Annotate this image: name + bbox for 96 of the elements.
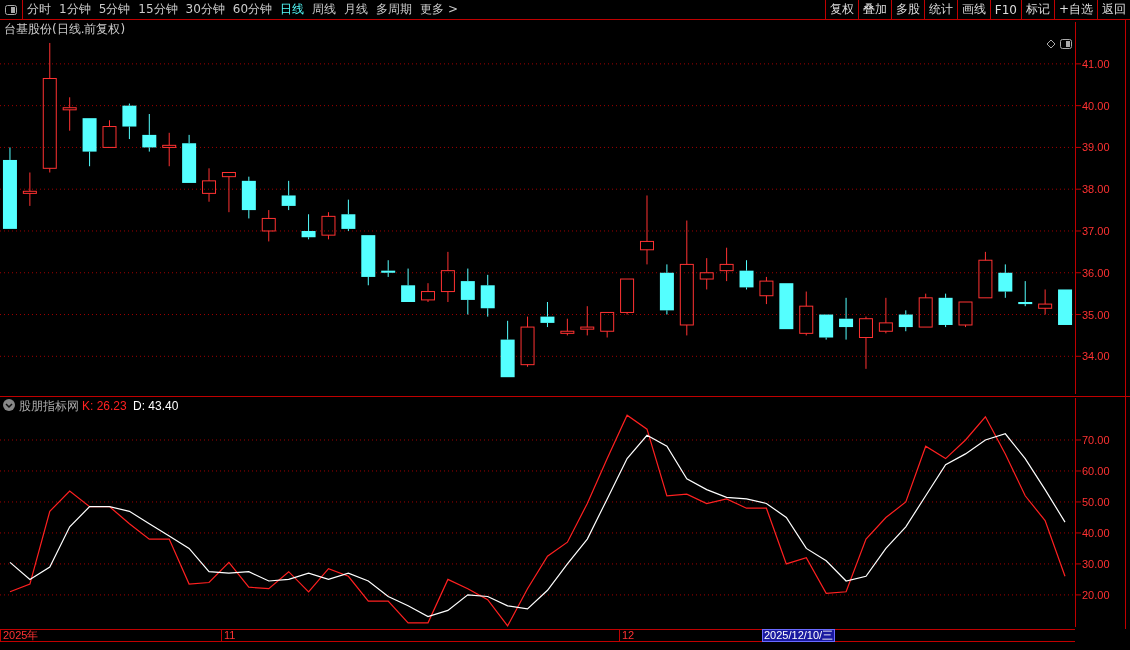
falling-candle — [401, 268, 416, 303]
indicator-reading: K: 26.23 — [82, 399, 127, 413]
axis-label: 35.00 — [1082, 308, 1110, 321]
falling-candle — [659, 263, 674, 316]
falling-candle — [301, 213, 316, 240]
falling-candle — [500, 320, 515, 378]
rising-candle — [261, 209, 276, 242]
falling-candle — [779, 282, 794, 330]
rising-candle — [1038, 288, 1053, 316]
indicator-reading: D: 43.40 — [133, 399, 179, 413]
toolbar-button[interactable]: 画线 — [956, 0, 990, 19]
falling-candle — [241, 176, 256, 219]
toolbar-button[interactable]: +自选 — [1053, 0, 1097, 19]
rising-candle — [520, 316, 535, 368]
period-tab[interactable]: 5分钟 — [94, 0, 135, 19]
rising-candle — [202, 167, 217, 203]
axis-label: 40.00 — [1082, 99, 1110, 112]
collapse-icon[interactable] — [3, 399, 15, 411]
period-tab[interactable]: 周线 — [308, 0, 341, 19]
falling-candle — [341, 199, 356, 232]
indicator-name: 股朋指标网 — [19, 399, 79, 413]
axis-label: 37.00 — [1082, 225, 1110, 237]
rising-candle — [878, 297, 893, 334]
falling-candle — [281, 180, 296, 211]
falling-candle — [460, 268, 475, 316]
axis-label: 50.00 — [1082, 495, 1110, 508]
date-label: 11 — [221, 629, 236, 641]
falling-candle — [82, 117, 97, 167]
axis-label: 39.00 — [1082, 141, 1110, 154]
rising-candle — [719, 247, 734, 282]
falling-candle — [739, 259, 754, 290]
toolbar-button[interactable]: F10 — [989, 0, 1021, 19]
rising-candle — [799, 291, 814, 336]
period-tab[interactable]: 15分钟 — [134, 0, 182, 19]
axis-label: 40.00 — [1082, 526, 1110, 539]
axis-label: 20.00 — [1082, 588, 1110, 601]
period-tab[interactable]: 分时 — [23, 0, 55, 19]
date-label: 12 — [619, 629, 635, 641]
axis-label: 36.00 — [1082, 266, 1110, 279]
rising-candle — [321, 211, 336, 240]
cursor-date-label: 2025/12/10/三 — [762, 629, 836, 642]
rising-candle — [22, 172, 37, 207]
axis-label: 41.00 — [1082, 57, 1110, 70]
rising-candle — [421, 282, 435, 303]
falling-candle — [480, 274, 495, 318]
axis-label: 70.00 — [1082, 434, 1110, 446]
diamond-icon[interactable] — [1046, 39, 1056, 49]
rising-candle — [958, 301, 973, 328]
period-tab[interactable]: 更多 > — [416, 0, 462, 19]
toolbar-button[interactable]: 返回 — [1097, 0, 1130, 19]
period-tab[interactable]: 30分钟 — [181, 0, 229, 19]
chart-title: 台基股份(日线.前复权) — [4, 22, 126, 36]
axis-label: 38.00 — [1082, 183, 1110, 196]
toolbar-button[interactable]: 标记 — [1020, 0, 1054, 19]
axis-label: 30.00 — [1082, 557, 1110, 570]
toolbar-button[interactable]: 统计 — [923, 0, 957, 19]
axis-label: 34.00 — [1082, 350, 1110, 363]
rising-candle — [221, 172, 236, 213]
falling-candle — [182, 134, 197, 184]
falling-candle — [998, 263, 1013, 299]
rising-candle — [162, 132, 177, 167]
rising-candle — [978, 251, 993, 299]
period-tab[interactable]: 月线 — [340, 0, 373, 19]
falling-candle — [819, 314, 834, 341]
rising-candle — [440, 251, 455, 303]
falling-candle — [381, 259, 396, 278]
rising-candle — [600, 311, 615, 338]
falling-candle — [1058, 288, 1073, 326]
axis-label: 60.00 — [1082, 465, 1110, 477]
panel-toggle-icon[interactable] — [1060, 39, 1072, 49]
rising-candle — [620, 278, 635, 316]
falling-candle — [839, 297, 854, 341]
falling-candle — [122, 103, 137, 140]
falling-candle — [1018, 280, 1033, 307]
rising-candle — [560, 318, 575, 336]
period-tab[interactable]: 日线 — [276, 0, 309, 19]
period-tab[interactable]: 60分钟 — [228, 0, 277, 19]
rising-candle — [102, 119, 117, 148]
rising-candle — [640, 194, 654, 265]
toolbar-button[interactable]: 多股 — [890, 0, 924, 19]
period-tab[interactable]: 1分钟 — [55, 0, 95, 19]
date-label: 2025年 — [0, 629, 39, 641]
falling-candle — [938, 293, 953, 328]
rising-candle — [918, 293, 933, 328]
falling-candle — [142, 113, 157, 153]
rising-candle — [580, 305, 595, 336]
toolbar-button[interactable]: 叠加 — [857, 0, 891, 19]
falling-candle — [361, 234, 376, 286]
falling-candle — [540, 301, 555, 328]
falling-candle — [898, 309, 913, 332]
rising-candle — [62, 96, 77, 132]
rising-candle — [858, 316, 873, 370]
rising-candle — [759, 276, 774, 305]
rising-candle — [699, 257, 714, 290]
toolbar-button[interactable]: 复权 — [824, 0, 858, 19]
period-tab[interactable]: 多周期 — [372, 0, 417, 19]
